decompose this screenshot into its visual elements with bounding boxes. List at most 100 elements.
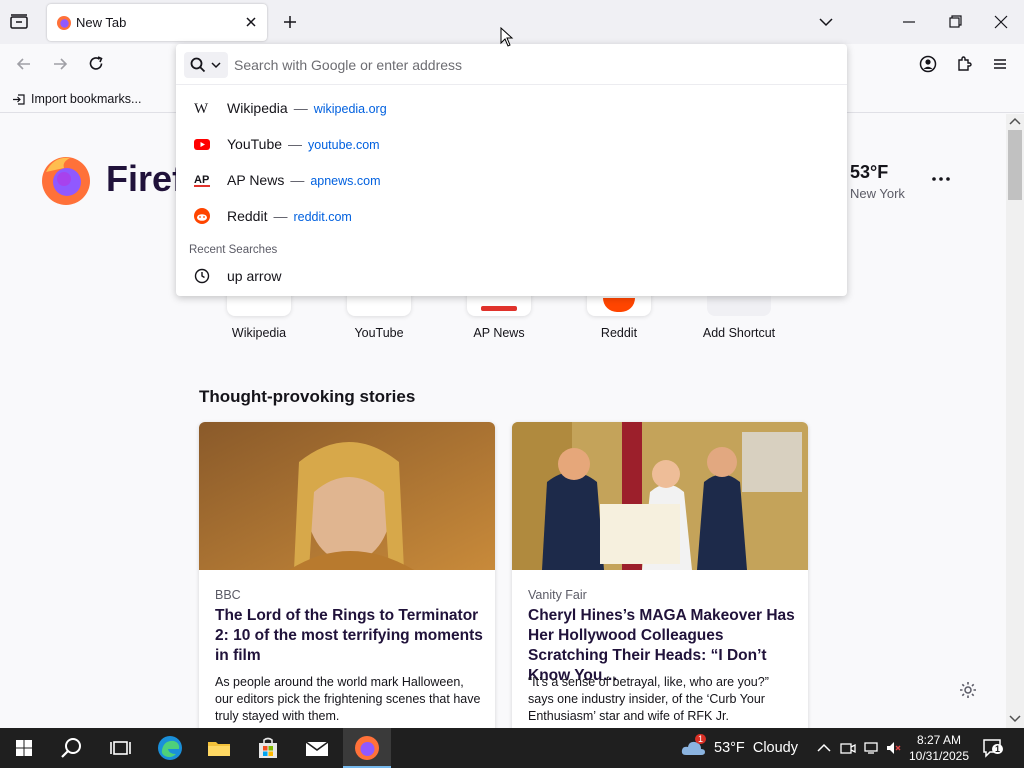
weather-widget[interactable]: 53°F New York xyxy=(850,162,905,201)
firefox-taskbar-icon[interactable] xyxy=(353,734,381,762)
shortcut-label: Wikipedia xyxy=(231,326,287,340)
notification-center-icon[interactable]: 1 xyxy=(982,738,1004,758)
cloudy-weather-icon: 1 xyxy=(680,734,707,758)
story-source: BBC xyxy=(215,588,241,602)
scroll-up-arrow-icon[interactable] xyxy=(1009,116,1021,126)
search-icon xyxy=(190,57,206,73)
history-clock-icon xyxy=(194,268,210,284)
story-card[interactable]: BBC The Lord of the Rings to Terminator … xyxy=(199,422,495,728)
search-icon[interactable] xyxy=(58,734,86,762)
tab-title: New Tab xyxy=(76,15,127,30)
taskbar-weather-text: 53°F Cloudy xyxy=(714,740,798,756)
taskbar-weather[interactable]: 1 53°F Cloudy xyxy=(680,734,798,758)
gear-icon[interactable] xyxy=(958,680,978,700)
firefox-favicon-icon xyxy=(57,16,71,30)
chevron-up-icon[interactable] xyxy=(816,740,832,756)
weather-city: New York xyxy=(850,186,905,201)
meet-now-icon[interactable] xyxy=(840,740,856,756)
forward-arrow-icon[interactable] xyxy=(50,54,70,74)
stories-heading: Thought-provoking stories xyxy=(199,387,416,406)
new-tab-plus-icon[interactable] xyxy=(280,12,300,32)
wikipedia-icon: W xyxy=(194,101,209,116)
hamburger-menu-icon[interactable] xyxy=(990,54,1010,74)
suggestion-reddit[interactable]: Reddit — reddit.com xyxy=(184,200,839,232)
story-source: Vanity Fair xyxy=(528,588,587,602)
recent-search-item[interactable]: up arrow xyxy=(184,260,839,292)
network-icon[interactable] xyxy=(864,740,880,756)
shortcut-label: AP News xyxy=(473,326,525,340)
suggestion-name: YouTube xyxy=(227,136,283,152)
suggestion-url: reddit.com xyxy=(293,210,352,224)
suggestion-separator: — xyxy=(288,136,303,152)
clock-date: 10/31/2025 xyxy=(908,749,970,763)
firefox-wordmark: Firef xyxy=(106,158,185,199)
story-card[interactable]: Vanity Fair Cheryl Hines’s MAGA Makeover… xyxy=(512,422,808,728)
shortcut-label: Reddit xyxy=(600,326,638,340)
firefox-logo-icon xyxy=(42,157,90,205)
windows-start-icon[interactable] xyxy=(10,734,38,762)
address-input[interactable] xyxy=(234,54,834,76)
scroll-down-arrow-icon[interactable] xyxy=(1009,714,1021,724)
recent-search-text: up arrow xyxy=(227,268,282,284)
youtube-icon xyxy=(194,139,210,150)
mouse-cursor-icon xyxy=(500,27,514,47)
extensions-puzzle-icon[interactable] xyxy=(954,54,974,74)
page-scrollbar[interactable] xyxy=(1006,114,1024,728)
import-bookmarks-label: Import bookmarks... xyxy=(31,92,142,106)
mail-icon[interactable] xyxy=(303,734,331,762)
reload-icon[interactable] xyxy=(86,54,106,74)
notification-count: 1 xyxy=(992,744,1004,754)
suggestion-url: wikipedia.org xyxy=(313,102,387,116)
suggestion-text: Reddit — reddit.com xyxy=(227,208,352,224)
firefox-view-icon[interactable] xyxy=(8,12,30,32)
back-arrow-icon[interactable] xyxy=(14,54,34,74)
suggestion-text: Wikipedia — wikipedia.org xyxy=(227,100,387,116)
divider xyxy=(176,84,847,85)
restore-icon[interactable] xyxy=(944,12,966,32)
minimize-icon[interactable] xyxy=(898,12,920,32)
window-close-icon[interactable] xyxy=(990,12,1012,32)
tab-new-tab[interactable]: New Tab xyxy=(47,4,267,41)
suggestion-text: YouTube — youtube.com xyxy=(227,136,380,152)
file-explorer-icon[interactable] xyxy=(205,734,233,762)
shortcut-label: YouTube xyxy=(354,326,404,340)
clock-time: 8:27 AM xyxy=(916,733,962,747)
search-engine-button[interactable] xyxy=(184,52,228,78)
story-image xyxy=(199,422,495,570)
suggestion-wikipedia[interactable]: W Wikipedia — wikipedia.org xyxy=(184,92,839,124)
story-excerpt: As people around the world mark Hallowee… xyxy=(215,675,481,723)
shortcut-label: Add Shortcut xyxy=(702,326,776,340)
windows-taskbar: 1 53°F Cloudy 8:27 AM 10/31/2025 1 xyxy=(0,728,1024,768)
weather-temp: 53°F xyxy=(850,162,889,182)
task-view-icon[interactable] xyxy=(106,734,134,762)
edge-browser-icon[interactable] xyxy=(156,734,184,762)
taskbar-clock[interactable]: 8:27 AM 10/31/2025 xyxy=(906,732,972,764)
volume-muted-icon[interactable] xyxy=(886,740,902,756)
suggestion-name: AP News xyxy=(227,172,285,188)
suggestion-ap-news[interactable]: AP AP News — apnews.com xyxy=(184,164,839,196)
chevron-down-icon xyxy=(211,62,221,69)
suggestion-name: Reddit xyxy=(227,208,268,224)
suggestion-separator: — xyxy=(290,172,305,188)
suggestion-separator: — xyxy=(293,100,308,116)
import-icon xyxy=(13,94,25,105)
suggestion-youtube[interactable]: YouTube — youtube.com xyxy=(184,128,839,160)
recent-searches-heading: Recent Searches xyxy=(189,244,278,256)
chevron-down-icon[interactable] xyxy=(816,12,836,32)
story-image xyxy=(512,422,808,570)
suggestion-separator: — xyxy=(273,208,288,224)
suggestion-url: youtube.com xyxy=(308,138,380,152)
svg-text:W: W xyxy=(194,101,209,116)
account-icon[interactable] xyxy=(918,54,938,74)
microsoft-store-icon[interactable] xyxy=(254,734,282,762)
more-options-icon[interactable] xyxy=(930,172,952,186)
import-bookmarks-button[interactable]: Import bookmarks... xyxy=(12,90,141,108)
scroll-thumb[interactable] xyxy=(1008,130,1022,200)
svg-text:AP: AP xyxy=(194,174,209,186)
close-tab-icon[interactable] xyxy=(243,14,259,30)
story-title[interactable]: The Lord of the Rings to Terminator 2: 1… xyxy=(215,606,483,666)
suggestion-text: AP News — apnews.com xyxy=(227,172,381,188)
suggestion-name: Wikipedia xyxy=(227,100,288,116)
weather-alert-badge: 1 xyxy=(695,734,707,744)
address-bar-popup: W Wikipedia — wikipedia.org YouTube — youtub… xyxy=(176,44,847,296)
